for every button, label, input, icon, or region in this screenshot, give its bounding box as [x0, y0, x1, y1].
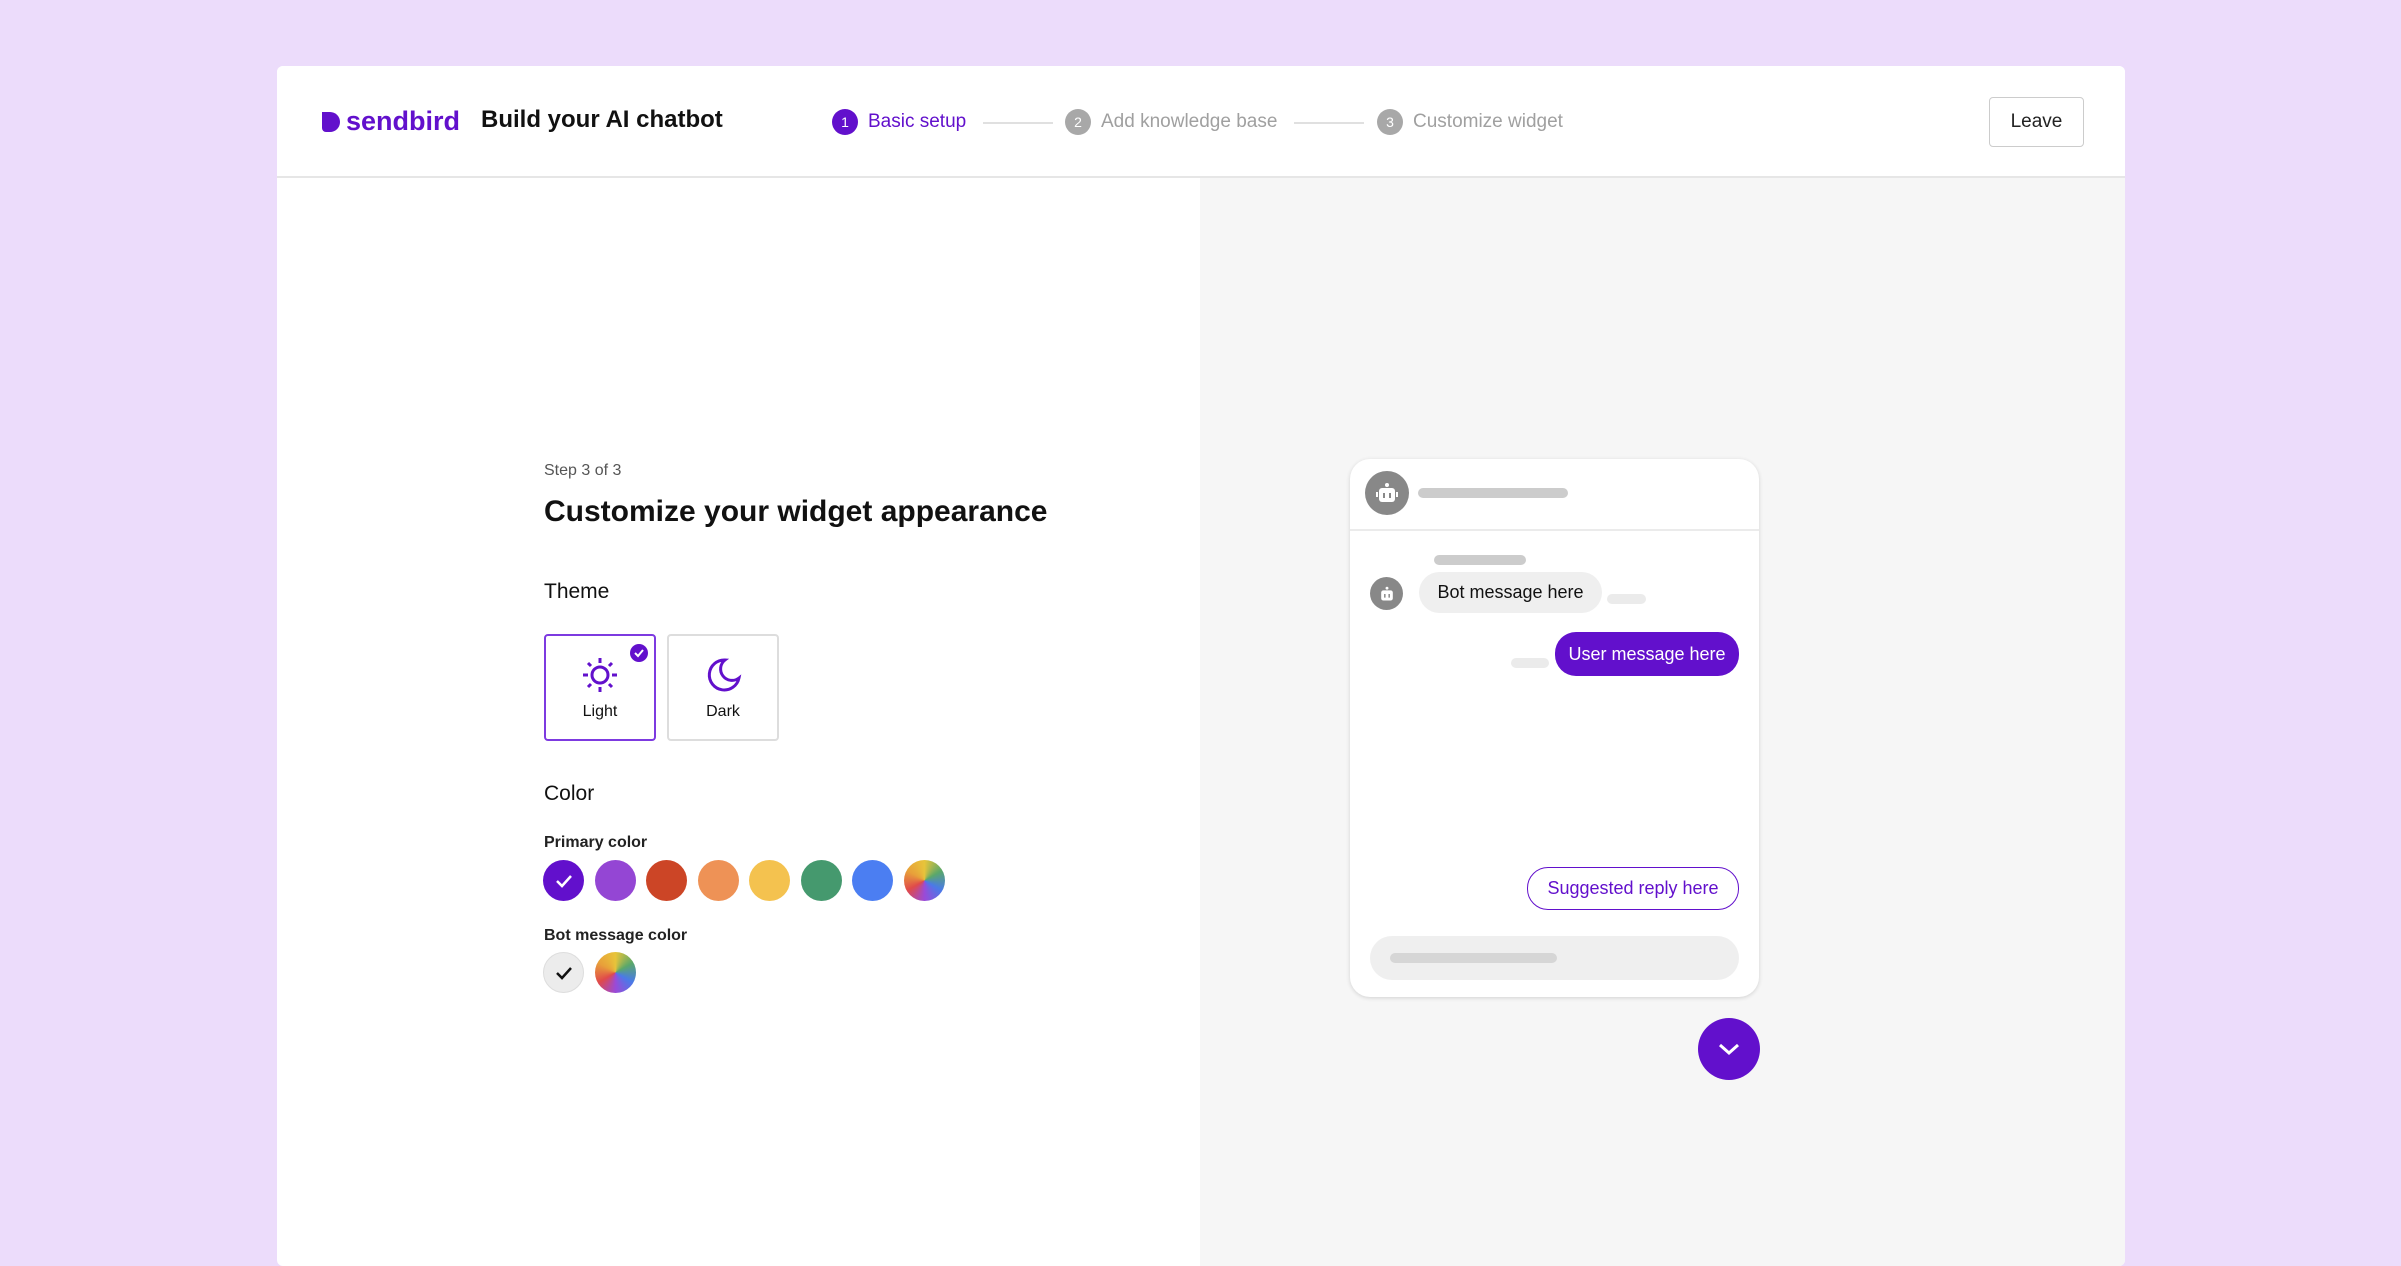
- color-swatch[interactable]: [697, 860, 739, 901]
- color-swatch[interactable]: [852, 860, 893, 901]
- header-divider: [1350, 529, 1759, 531]
- theme-label-light: Light: [582, 702, 618, 720]
- bot-message-color-label: Bot message color: [544, 927, 688, 944]
- page-title: Build your AI chatbot: [481, 106, 723, 133]
- theme-dark-option[interactable]: Dark: [667, 634, 779, 741]
- check-icon: [555, 966, 572, 980]
- sender-placeholder: [1434, 555, 1526, 565]
- step-add-knowledge-base: 2 Add knowledge base: [1065, 109, 1277, 135]
- color-swatch[interactable]: [749, 860, 790, 901]
- robot-icon: [1376, 483, 1398, 502]
- color-swatch[interactable]: [903, 860, 945, 901]
- step-label: Add knowledge base: [1101, 111, 1278, 132]
- user-message-bubble: User message here: [1555, 632, 1739, 676]
- form-title: Customize your widget appearance: [544, 495, 1048, 528]
- title-placeholder: [1418, 488, 1568, 498]
- sun-icon: [583, 657, 617, 692]
- check-icon: [555, 874, 572, 888]
- timestamp-placeholder: [1511, 658, 1549, 668]
- bot-message-bubble: Bot message here: [1419, 572, 1602, 613]
- step-basic-setup: 1 Basic setup: [832, 109, 966, 135]
- theme-label-dark: Dark: [706, 702, 740, 720]
- chat-widget-preview: Bot message here User message here Sugge…: [1350, 459, 1759, 997]
- widget-toggle-button[interactable]: [1698, 1018, 1760, 1080]
- header: sendbird Build your AI chatbot 1 Basic se…: [277, 66, 2125, 178]
- leave-button[interactable]: Leave: [1989, 97, 2084, 147]
- bot-color-swatches: [543, 952, 636, 993]
- main-panel: sendbird Build your AI chatbot 1 Basic se…: [277, 66, 2125, 1266]
- color-swatch[interactable]: [800, 860, 842, 901]
- color-swatch[interactable]: [594, 952, 636, 993]
- step-number: 3: [1377, 109, 1403, 135]
- step-divider: [1294, 122, 1364, 124]
- chevron-down-icon: [1719, 1043, 1739, 1056]
- step-indicator: Step 3 of 3: [544, 462, 622, 479]
- step-divider: [983, 122, 1053, 124]
- theme-label: Theme: [544, 580, 610, 603]
- theme-light-option[interactable]: Light: [544, 634, 656, 741]
- bot-message-avatar: [1370, 577, 1403, 610]
- color-swatch[interactable]: [594, 860, 636, 901]
- step-label: Customize widget: [1413, 111, 1563, 132]
- color-swatch[interactable]: [543, 952, 584, 993]
- moon-icon: [707, 657, 742, 691]
- logo-text: sendbird: [346, 106, 461, 136]
- bot-avatar: [1365, 471, 1409, 515]
- suggested-reply-button[interactable]: Suggested reply here: [1527, 867, 1739, 910]
- check-badge-icon: [630, 644, 648, 662]
- preview-area: Bot message here User message here Sugge…: [1200, 178, 2125, 1266]
- step-number: 1: [832, 109, 858, 135]
- message-input-placeholder: [1370, 936, 1739, 980]
- step-label: Basic setup: [868, 111, 967, 132]
- robot-icon: [1380, 586, 1393, 601]
- step-customize-widget: 3 Customize widget: [1377, 109, 1563, 135]
- color-label: Color: [544, 782, 595, 805]
- primary-color-swatches: [543, 860, 945, 901]
- sendbird-logo: sendbird: [320, 106, 460, 137]
- color-swatch[interactable]: [646, 860, 687, 901]
- color-swatch[interactable]: [543, 860, 584, 901]
- primary-color-label: Primary color: [544, 834, 648, 851]
- timestamp-placeholder: [1607, 594, 1646, 604]
- step-number: 2: [1065, 109, 1091, 135]
